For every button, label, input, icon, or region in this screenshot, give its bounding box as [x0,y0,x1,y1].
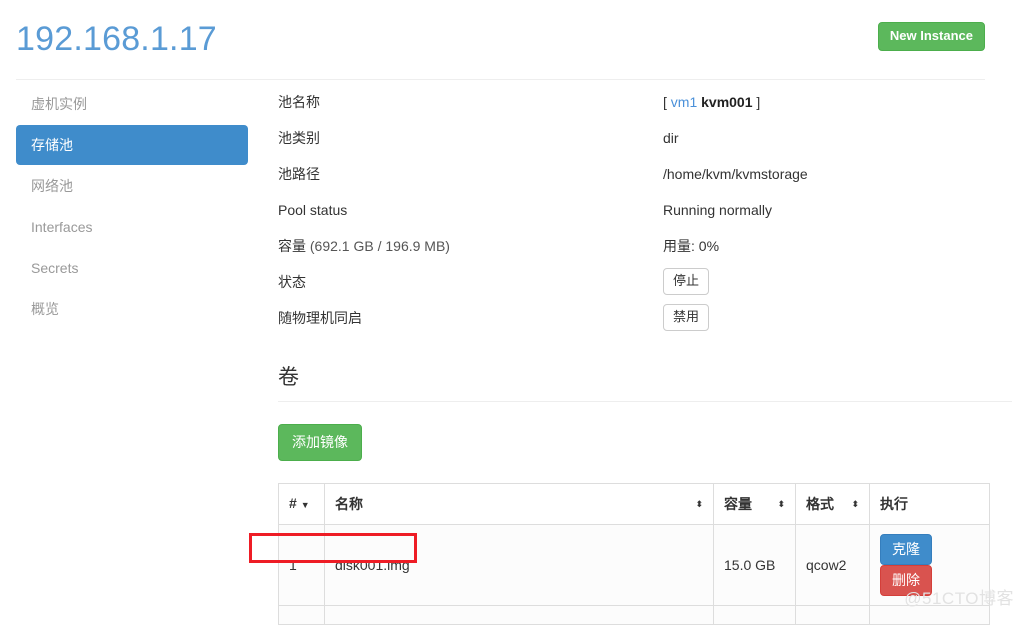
stop-button[interactable]: 停止 [663,268,710,295]
pool-status-value: Running normally [663,202,772,218]
sidebar-item-overview[interactable]: 概览 [16,289,248,329]
page-header: 192.168.1.17 New Instance [0,0,1028,62]
column-header-index-label: # [289,495,297,511]
sort-both-icon: ⬍ [777,498,785,509]
detail-row-autostart: 随物理机同启 禁用 [278,300,1012,336]
detail-row-pool-name: 池名称 [ vm1 kvm001 ] [278,84,1012,120]
sort-both-icon: ⬍ [695,498,703,509]
sidebar-item-network-pools[interactable]: 网络池 [16,166,248,206]
detail-row-capacity: 容量 (692.1 GB / 196.9 MB) 用量: 0% [278,228,1012,264]
column-header-format[interactable]: 格式 ⬍ [795,483,870,525]
bracket-open: [ [663,94,667,110]
pool-status-label: Pool status [278,202,348,218]
volumes-table-header-row: # ▼ 名称 ⬍ 容量 ⬍ 格式 ⬍ 执行 [278,483,990,525]
table-row: 1 disk001.img 15.0 GB qcow2 克隆删除 [278,524,990,606]
caret-down-icon: ▼ [300,500,310,510]
pool-type-label: 池类别 [278,130,320,146]
capacity-label: 容量 (692.1 GB / 196.9 MB) [278,228,663,264]
pool-path-label: 池路径 [278,166,320,182]
pool-path-value: /home/kvm/kvmstorage [663,166,808,182]
cell-index: 1 [278,524,325,606]
content-area: 虚机实例 存储池 网络池 Interfaces Secrets 概览 池名称 [… [0,62,1028,625]
pool-type-value: dir [663,130,679,146]
column-header-size-label: 容量 [724,496,752,512]
table-row-spacer [278,605,990,625]
bracket-close: ] [756,94,761,110]
cell-format: qcow2 [795,524,870,606]
sidebar-item-instances[interactable]: 虚机实例 [16,84,248,124]
state-value: 停止 [663,264,1012,299]
page-title: 192.168.1.17 [16,20,217,58]
clone-button[interactable]: 克隆 [880,534,932,565]
main-panel: 池名称 [ vm1 kvm001 ] 池类别 dir 池路径 /home/kvm… [248,84,1012,625]
column-header-actions: 执行 [869,483,990,525]
detail-row-pool-type: 池类别 dir [278,120,1012,156]
volumes-title: 卷 [278,366,299,389]
detail-row-state: 状态 停止 [278,264,1012,300]
state-label: 状态 [278,274,306,290]
watermark: @51CTO博客 [904,589,1014,608]
column-header-size[interactable]: 容量 ⬍ [713,483,796,525]
pool-name-link[interactable]: vm1 [671,94,697,110]
sidebar-item-storage-pools[interactable]: 存储池 [16,125,248,165]
sidebar-item-interfaces[interactable]: Interfaces [16,207,248,247]
volumes-table: # ▼ 名称 ⬍ 容量 ⬍ 格式 ⬍ 执行 1 disk001.img 15.0… [278,483,990,625]
sidebar-item-secrets[interactable]: Secrets [16,248,248,288]
autostart-value: 禁用 [663,300,1012,335]
sidebar-nav: 虚机实例 存储池 网络池 Interfaces Secrets 概览 [16,84,248,625]
detail-row-pool-status: Pool status Running normally [278,192,1012,228]
usage-value: 0% [698,238,720,254]
autostart-label: 随物理机同启 [278,310,362,326]
column-header-name[interactable]: 名称 ⬍ [324,483,714,525]
cell-size: 15.0 GB [713,524,796,606]
capacity-usage-value: 用量: 0% [663,228,1012,264]
sort-both-icon: ⬍ [851,498,859,509]
new-instance-button[interactable]: New Instance [877,22,985,51]
pool-name-value: [ vm1 kvm001 ] [663,84,1012,120]
disable-autostart-button[interactable]: 禁用 [663,304,710,331]
column-header-index[interactable]: # ▼ [278,483,325,525]
cell-name: disk001.img [324,524,714,606]
volumes-section: 卷 添加镜像 # ▼ 名称 ⬍ 容量 ⬍ 格式 ⬍ 执行 1 disk001.i… [278,364,1012,625]
add-image-button[interactable]: 添加镜像 [278,424,362,461]
column-header-format-label: 格式 [806,496,834,512]
header-divider [16,79,985,80]
pool-name-text: kvm001 [701,94,753,110]
usage-label: 用量: [663,238,695,254]
volumes-divider [278,401,1012,402]
detail-row-pool-path: 池路径 /home/kvm/kvmstorage [278,156,1012,192]
column-header-name-label: 名称 [335,496,363,512]
capacity-label-main: 容量 [278,238,306,254]
pool-name-label: 池名称 [278,94,320,110]
capacity-label-sub: (692.1 GB / 196.9 MB) [309,238,450,254]
